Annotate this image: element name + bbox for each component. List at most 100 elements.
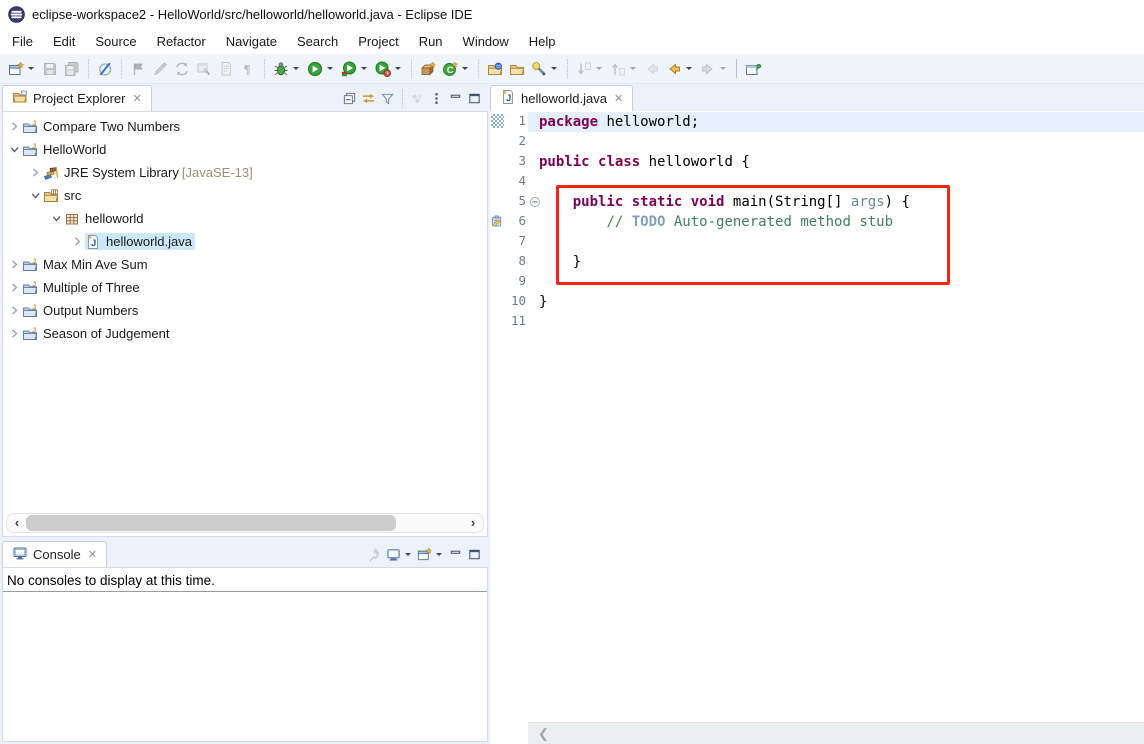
- debug-dropdown-icon[interactable]: [293, 67, 299, 73]
- horizontal-scrollbar[interactable]: ‹ ›: [6, 513, 484, 533]
- new-java-class-dropdown-icon[interactable]: [462, 67, 468, 73]
- tree-item-helloworld[interactable]: helloworld: [3, 207, 487, 230]
- minimize-button[interactable]: [446, 90, 465, 108]
- tab-console[interactable]: Console ✕: [2, 541, 107, 567]
- display-selected-console-button[interactable]: [384, 545, 415, 563]
- expand-arrow-icon[interactable]: [7, 257, 22, 273]
- code-line-5[interactable]: public static void main(String[] args) {: [528, 192, 1144, 212]
- scroll-right-icon[interactable]: ›: [465, 514, 481, 532]
- close-icon[interactable]: ✕: [614, 92, 623, 105]
- back-dropdown-icon[interactable]: [686, 67, 692, 73]
- expand-arrow-icon[interactable]: [7, 119, 22, 135]
- expand-arrow-icon[interactable]: [7, 326, 22, 342]
- menu-file[interactable]: File: [2, 30, 43, 53]
- tree-item-label: Multiple of Three: [43, 280, 140, 295]
- profile-dropdown-icon[interactable]: [395, 67, 401, 73]
- code-line-2[interactable]: [528, 132, 1144, 152]
- run-button[interactable]: [305, 57, 337, 81]
- display-selected-console-icon: [386, 547, 401, 562]
- tree-item-output-numbers[interactable]: J Output Numbers: [3, 299, 487, 322]
- open-console-dropdown-icon[interactable]: [436, 552, 442, 559]
- tab-helloworld-java[interactable]: J helloworld.java ✕: [490, 85, 634, 111]
- search-button[interactable]: [529, 57, 561, 81]
- expand-arrow-icon[interactable]: [70, 234, 85, 250]
- expand-arrow-icon[interactable]: [28, 165, 43, 181]
- scrollbar-thumb[interactable]: [26, 515, 396, 531]
- link-with-editor-button[interactable]: [359, 90, 378, 108]
- collapse-arrow-icon[interactable]: [49, 211, 64, 227]
- new-java-project-button[interactable]: [418, 57, 438, 81]
- menu-edit[interactable]: Edit: [43, 30, 85, 53]
- minimize-button[interactable]: [446, 545, 465, 563]
- tree-item-max-min-ave-sum[interactable]: J Max Min Ave Sum: [3, 253, 487, 276]
- annotation-ruler[interactable]: [490, 111, 504, 722]
- menu-navigate[interactable]: Navigate: [216, 30, 287, 53]
- code-line-7[interactable]: [528, 232, 1144, 252]
- code-line-9[interactable]: [528, 272, 1144, 292]
- editor-horizontal-scrollbar[interactable]: ❮: [528, 722, 1144, 744]
- collapse-all-button[interactable]: [340, 90, 359, 108]
- open-console-button[interactable]: [415, 545, 446, 563]
- view-menu-button[interactable]: [427, 90, 446, 108]
- tree-item-helloworld[interactable]: J HelloWorld: [3, 138, 487, 161]
- expand-arrow-icon[interactable]: [7, 280, 22, 296]
- collapse-arrow-icon[interactable]: [28, 188, 43, 204]
- menu-project[interactable]: Project: [348, 30, 408, 53]
- code-line-3[interactable]: public class helloworld {: [528, 152, 1144, 172]
- code-line-10[interactable]: }: [528, 292, 1144, 312]
- coverage-dropdown-icon[interactable]: [361, 67, 367, 73]
- tree-item-src[interactable]: src: [3, 184, 487, 207]
- scroll-left-icon[interactable]: ‹: [9, 514, 25, 532]
- menu-help[interactable]: Help: [519, 30, 566, 53]
- debug-button[interactable]: [271, 57, 303, 81]
- back-button[interactable]: [664, 57, 696, 81]
- forward-dropdown-icon[interactable]: [720, 67, 726, 73]
- menu-source[interactable]: Source: [85, 30, 146, 53]
- tree-item-multiple-of-three[interactable]: J Multiple of Three: [3, 276, 487, 299]
- svg-text:¶: ¶: [244, 61, 251, 76]
- code-line-8[interactable]: }: [528, 252, 1144, 272]
- code-editor[interactable]: 1 2 3 4 5 6 7 8 9 10 11 package helloworld; public …: [490, 111, 1144, 744]
- pin-editor-button[interactable]: [743, 57, 763, 81]
- tab-project-explorer[interactable]: Project Explorer ✕: [2, 85, 152, 111]
- code-line-6[interactable]: // TODO Auto-generated method stub: [528, 212, 1144, 232]
- code-line-11[interactable]: [528, 312, 1144, 332]
- tree-item-content: JRE System Library: [43, 164, 182, 181]
- filter-button[interactable]: [378, 90, 397, 108]
- menu-window[interactable]: Window: [453, 30, 519, 53]
- next-annotation-dropdown-icon[interactable]: [596, 67, 602, 73]
- skip-all-breakpoints-button[interactable]: [95, 57, 115, 81]
- tree-item-compare-two-numbers[interactable]: J Compare Two Numbers: [3, 115, 487, 138]
- coverage-button[interactable]: [339, 57, 371, 81]
- maximize-button[interactable]: [465, 90, 484, 108]
- fold-collapse-icon[interactable]: [529, 196, 541, 208]
- eclipse-logo-icon: [8, 5, 25, 23]
- close-icon[interactable]: ✕: [88, 548, 97, 561]
- line-number-ruler[interactable]: 1 2 3 4 5 6 7 8 9 10 11: [504, 111, 528, 722]
- expand-arrow-icon[interactable]: [7, 303, 22, 319]
- open-type-button[interactable]: [485, 57, 505, 81]
- menu-refactor[interactable]: Refactor: [147, 30, 216, 53]
- collapse-arrow-icon[interactable]: [7, 142, 22, 158]
- maximize-button[interactable]: [465, 545, 484, 563]
- code-line-1[interactable]: package helloworld;: [528, 112, 1144, 132]
- project-explorer-view: Project Explorer ✕ J Compare Two Numbers J…: [2, 85, 488, 537]
- display-selected-console-dropdown-icon[interactable]: [405, 552, 411, 559]
- menu-run[interactable]: Run: [409, 30, 453, 53]
- tree-item-helloworld-java[interactable]: Jhelloworld.java: [3, 230, 487, 253]
- run-dropdown-icon[interactable]: [327, 67, 333, 73]
- new-wizard-dropdown-icon[interactable]: [28, 67, 34, 73]
- open-resource-button[interactable]: [507, 57, 527, 81]
- code-lines[interactable]: package helloworld; public class hellowor…: [528, 111, 1144, 332]
- code-line-4[interactable]: [528, 172, 1144, 192]
- tree-item-jre-system-library[interactable]: JRE System Library [JavaSE-13]: [3, 161, 487, 184]
- close-icon[interactable]: ✕: [132, 92, 141, 105]
- search-dropdown-icon[interactable]: [551, 67, 557, 73]
- tree-item-season-of-judgement[interactable]: J Season of Judgement: [3, 322, 487, 345]
- svg-text:J: J: [506, 93, 511, 104]
- menu-search[interactable]: Search: [287, 30, 348, 53]
- new-wizard-button[interactable]: [6, 57, 38, 81]
- profile-button[interactable]: [373, 57, 405, 81]
- new-java-class-button[interactable]: C: [440, 57, 472, 81]
- previous-annotation-dropdown-icon[interactable]: [630, 67, 636, 73]
